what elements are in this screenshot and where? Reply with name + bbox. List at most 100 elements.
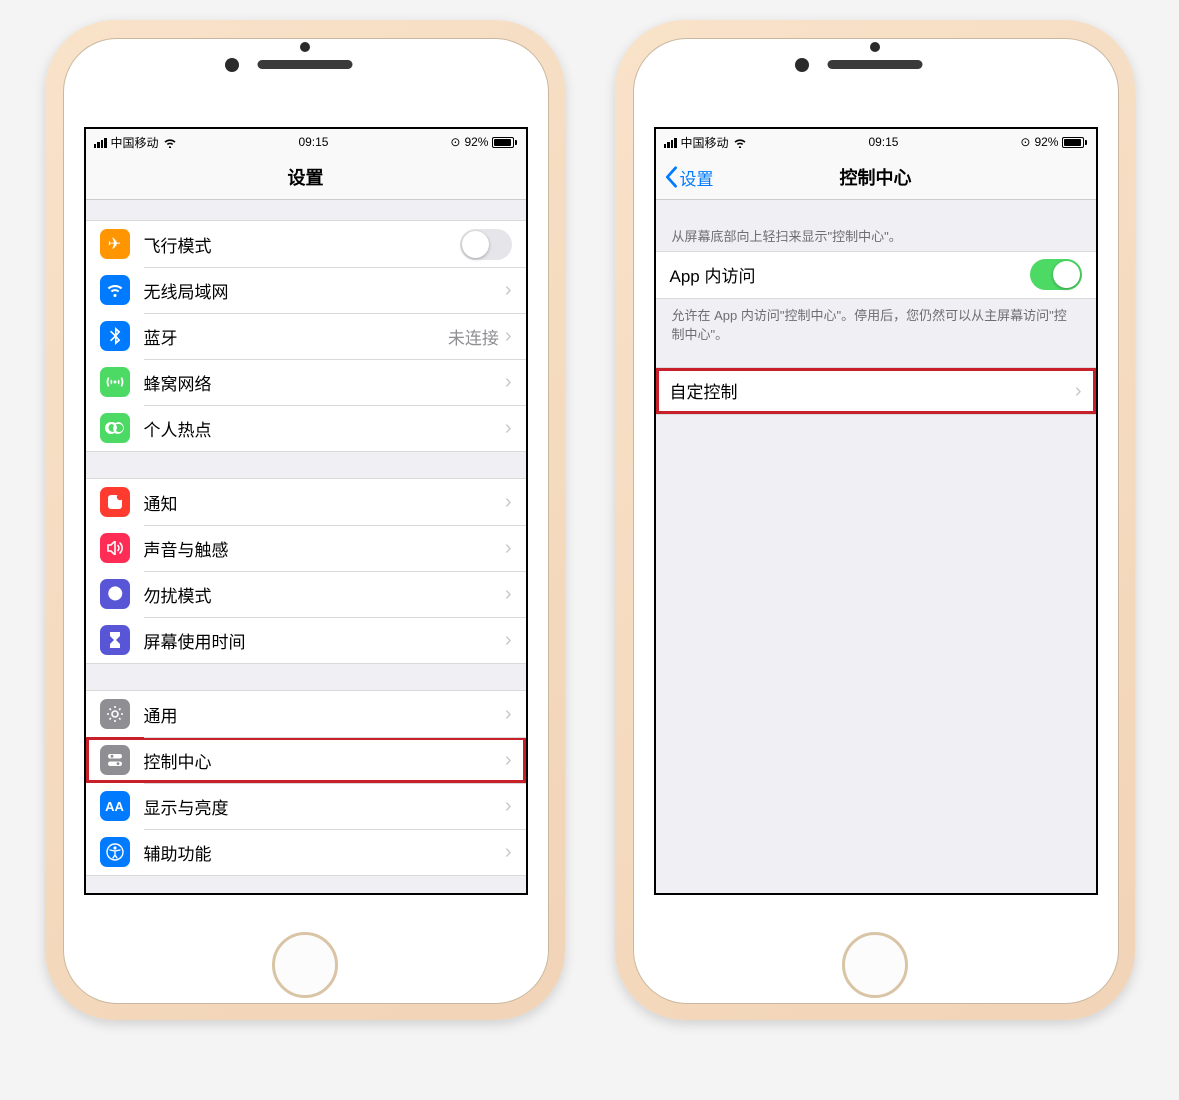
row-label: 通用 xyxy=(144,702,505,727)
carrier-label: 中国移动 xyxy=(111,134,159,151)
chevron-right-icon: › xyxy=(505,538,512,558)
clock-label: 09:15 xyxy=(868,135,898,149)
row-label: 控制中心 xyxy=(144,748,505,773)
bluetooth-status: 未连接 xyxy=(448,324,499,349)
airplane-icon: ✈ xyxy=(100,229,130,259)
row-sounds[interactable]: 声音与触感 › xyxy=(86,525,526,571)
sensor-dot xyxy=(300,42,310,52)
bluetooth-icon xyxy=(100,321,130,351)
chevron-right-icon: › xyxy=(505,584,512,604)
chevron-right-icon: › xyxy=(505,418,512,438)
speaker-grille xyxy=(257,60,352,69)
signal-icon xyxy=(664,137,677,148)
page-title: 设置 xyxy=(288,164,324,190)
notifications-icon xyxy=(100,487,130,517)
row-label: 自定控制 xyxy=(670,378,1075,403)
row-label: 显示与亮度 xyxy=(144,794,505,819)
chevron-right-icon: › xyxy=(505,372,512,392)
row-personal-hotspot[interactable]: 个人热点 › xyxy=(86,405,526,451)
airplane-toggle[interactable] xyxy=(460,229,512,260)
section-header-text: 从屏幕底部向上轻扫来显示"控制中心"。 xyxy=(656,200,1096,251)
dnd-icon xyxy=(100,579,130,609)
row-control-center[interactable]: 控制中心 › xyxy=(86,737,526,783)
back-button[interactable]: 设置 xyxy=(664,165,714,190)
chevron-right-icon: › xyxy=(505,326,512,346)
row-general[interactable]: 通用 › xyxy=(86,691,526,737)
phone-bezel: 中国移动 09:15 ⊙ 92% 设置 xyxy=(633,38,1119,1004)
chevron-left-icon xyxy=(664,166,678,188)
row-notifications[interactable]: 通知 › xyxy=(86,479,526,525)
status-bar: 中国移动 09:15 ⊙ 92% xyxy=(86,129,526,155)
home-button[interactable] xyxy=(272,932,338,998)
row-label: 飞行模式 xyxy=(144,232,460,257)
display-icon: AA xyxy=(100,791,130,821)
clock-label: 09:15 xyxy=(298,135,328,149)
chevron-right-icon: › xyxy=(505,750,512,770)
back-label: 设置 xyxy=(680,165,714,190)
row-bluetooth[interactable]: 蓝牙 未连接 › xyxy=(86,313,526,359)
row-display-brightness[interactable]: AA 显示与亮度 › xyxy=(86,783,526,829)
nav-bar: 设置 控制中心 xyxy=(656,155,1096,200)
battery-icon xyxy=(492,137,517,148)
section-footer-text: 允许在 App 内访问"控制中心"。停用后，您仍然可以从主屏幕访问"控制中心"。 xyxy=(656,299,1096,349)
row-accessibility[interactable]: 辅助功能 › xyxy=(86,829,526,875)
home-button[interactable] xyxy=(842,932,908,998)
section-general: 通用 › 控制中心 › AA 显示与亮度 › xyxy=(86,690,526,876)
chevron-right-icon: › xyxy=(1075,381,1082,401)
section-customize: 自定控制 › xyxy=(656,367,1096,415)
control-center-settings[interactable]: 从屏幕底部向上轻扫来显示"控制中心"。 App 内访问 允许在 App 内访问"… xyxy=(656,200,1096,893)
rotation-lock-icon: ⊙ xyxy=(1020,135,1030,149)
row-wifi[interactable]: 无线局域网 › xyxy=(86,267,526,313)
chevron-right-icon: › xyxy=(505,280,512,300)
chevron-right-icon: › xyxy=(505,704,512,724)
signal-icon xyxy=(94,137,107,148)
status-bar: 中国移动 09:15 ⊙ 92% xyxy=(656,129,1096,155)
battery-pct-label: 92% xyxy=(1034,135,1058,149)
row-screen-time[interactable]: 屏幕使用时间 › xyxy=(86,617,526,663)
front-camera xyxy=(795,58,809,72)
row-cellular[interactable]: 蜂窝网络 › xyxy=(86,359,526,405)
screen-time-icon xyxy=(100,625,130,655)
row-label: 个人热点 xyxy=(144,416,505,441)
row-label: 通知 xyxy=(144,490,505,515)
row-airplane-mode[interactable]: ✈ 飞行模式 xyxy=(86,221,526,267)
speaker-grille xyxy=(827,60,922,69)
row-do-not-disturb[interactable]: 勿扰模式 › xyxy=(86,571,526,617)
phone-bezel: 中国移动 09:15 ⊙ 92% 设置 xyxy=(63,38,549,1004)
row-label: 勿扰模式 xyxy=(144,582,505,607)
settings-list[interactable]: ✈ 飞行模式 无线局域网 › xyxy=(86,200,526,893)
cellular-icon xyxy=(100,367,130,397)
sensor-dot xyxy=(870,42,880,52)
screen-right: 中国移动 09:15 ⊙ 92% 设置 xyxy=(654,127,1098,895)
wifi-icon xyxy=(163,137,177,148)
chevron-right-icon: › xyxy=(505,842,512,862)
wifi-settings-icon xyxy=(100,275,130,305)
general-icon xyxy=(100,699,130,729)
row-label: 蓝牙 xyxy=(144,324,448,349)
battery-pct-label: 92% xyxy=(464,135,488,149)
nav-bar: 设置 xyxy=(86,155,526,200)
phone-frame-right: 中国移动 09:15 ⊙ 92% 设置 xyxy=(615,20,1135,1020)
hotspot-icon xyxy=(100,413,130,443)
control-center-icon xyxy=(100,745,130,775)
row-label: 无线局域网 xyxy=(144,278,505,303)
battery-icon xyxy=(1062,137,1087,148)
chevron-right-icon: › xyxy=(505,796,512,816)
row-in-app-access[interactable]: App 内访问 xyxy=(656,252,1096,298)
phone-frame-left: 中国移动 09:15 ⊙ 92% 设置 xyxy=(45,20,565,1020)
wifi-icon xyxy=(733,137,747,148)
accessibility-icon xyxy=(100,837,130,867)
row-customize-controls[interactable]: 自定控制 › xyxy=(656,368,1096,414)
chevron-right-icon: › xyxy=(505,630,512,650)
chevron-right-icon: › xyxy=(505,492,512,512)
section-notifications: 通知 › 声音与触感 › 勿扰模式 xyxy=(86,478,526,664)
page-title: 控制中心 xyxy=(840,164,912,190)
in-app-access-toggle[interactable] xyxy=(1030,259,1082,290)
section-connectivity: ✈ 飞行模式 无线局域网 › xyxy=(86,220,526,452)
rotation-lock-icon: ⊙ xyxy=(450,135,460,149)
screen-left: 中国移动 09:15 ⊙ 92% 设置 xyxy=(84,127,528,895)
row-label: 辅助功能 xyxy=(144,840,505,865)
front-camera xyxy=(225,58,239,72)
sounds-icon xyxy=(100,533,130,563)
carrier-label: 中国移动 xyxy=(681,134,729,151)
